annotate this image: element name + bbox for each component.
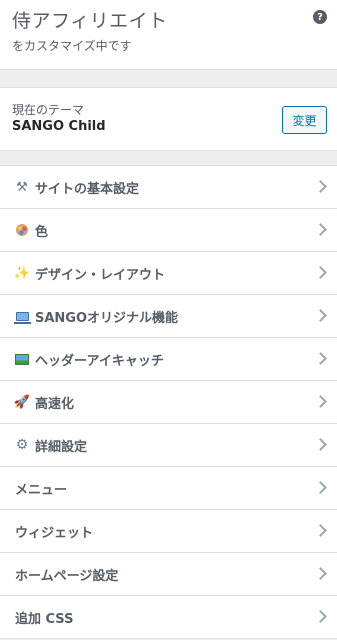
menu-item-menus[interactable]: メニュー [0,467,337,510]
menu-item-sango-original-features[interactable]: SANGOオリジナル機能 [0,295,337,338]
customizer-menu: ⚒ サイトの基本設定 色 ✨ デザイン・レイアウト SANGOオリジナル機能 ヘ… [0,165,337,639]
menu-item-colors[interactable]: 色 [0,209,337,252]
menu-item-label: ヘッダーアイキャッチ [35,353,164,369]
spacer [0,70,337,87]
menu-item-label: 追加 CSS [15,611,74,627]
current-theme-name: SANGO Child [12,119,106,134]
menu-item-advanced-settings[interactable]: ⚙ 詳細設定 [0,424,337,467]
menu-item-label: 高速化 [35,396,75,412]
menu-item-header-eyecatch[interactable]: ヘッダーアイキャッチ [0,338,337,381]
chevron-right-icon [314,223,327,236]
menu-item-label: 詳細設定 [35,439,88,455]
spacer [0,151,337,165]
chevron-right-icon [314,524,327,537]
change-theme-button[interactable]: 変更 [282,106,327,134]
menu-item-site-basic-settings[interactable]: ⚒ サイトの基本設定 [0,166,337,209]
menu-item-label: ウィジェット [15,525,94,541]
rocket-icon: 🚀 [13,394,31,410]
chevron-right-icon [314,395,327,408]
menu-item-label: ホームページ設定 [15,568,119,584]
menu-item-homepage-settings[interactable]: ホームページ設定 [0,553,337,596]
gear-icon: ⚙ [15,437,29,453]
chevron-right-icon [314,438,327,451]
menu-item-speed-up[interactable]: 🚀 高速化 [0,381,337,424]
chevron-right-icon [314,180,327,193]
customizer-header: 侍アフィリエイト をカスタマイズ中です ? [0,0,337,70]
menu-item-additional-css[interactable]: 追加 CSS [0,596,337,639]
chevron-right-icon [314,610,327,623]
palette-icon [15,223,29,237]
menu-item-label: サイトの基本設定 [35,181,140,197]
photo-icon [15,352,29,366]
menu-item-design-layout[interactable]: ✨ デザイン・レイアウト [0,252,337,295]
menu-item-widgets[interactable]: ウィジェット [0,510,337,553]
customizing-subtitle: をカスタマイズ中です [12,39,132,53]
current-theme-panel: 現在のテーマ SANGO Child 変更 [0,87,337,151]
laptop-icon [13,309,31,324]
sparkles-icon: ✨ [13,265,31,281]
site-title: 侍アフィリエイト [12,10,168,32]
tools-icon: ⚒ [16,179,28,195]
chevron-right-icon [314,567,327,580]
current-theme-label: 現在のテーマ [12,103,85,117]
chevron-right-icon [314,266,327,279]
chevron-right-icon [314,309,327,322]
menu-item-label: メニュー [15,482,68,498]
help-icon[interactable]: ? [313,10,327,24]
menu-item-label: SANGOオリジナル機能 [35,310,179,326]
chevron-right-icon [314,352,327,365]
chevron-right-icon [314,481,327,494]
menu-item-label: 色 [35,224,49,240]
menu-item-label: デザイン・レイアウト [35,267,166,283]
